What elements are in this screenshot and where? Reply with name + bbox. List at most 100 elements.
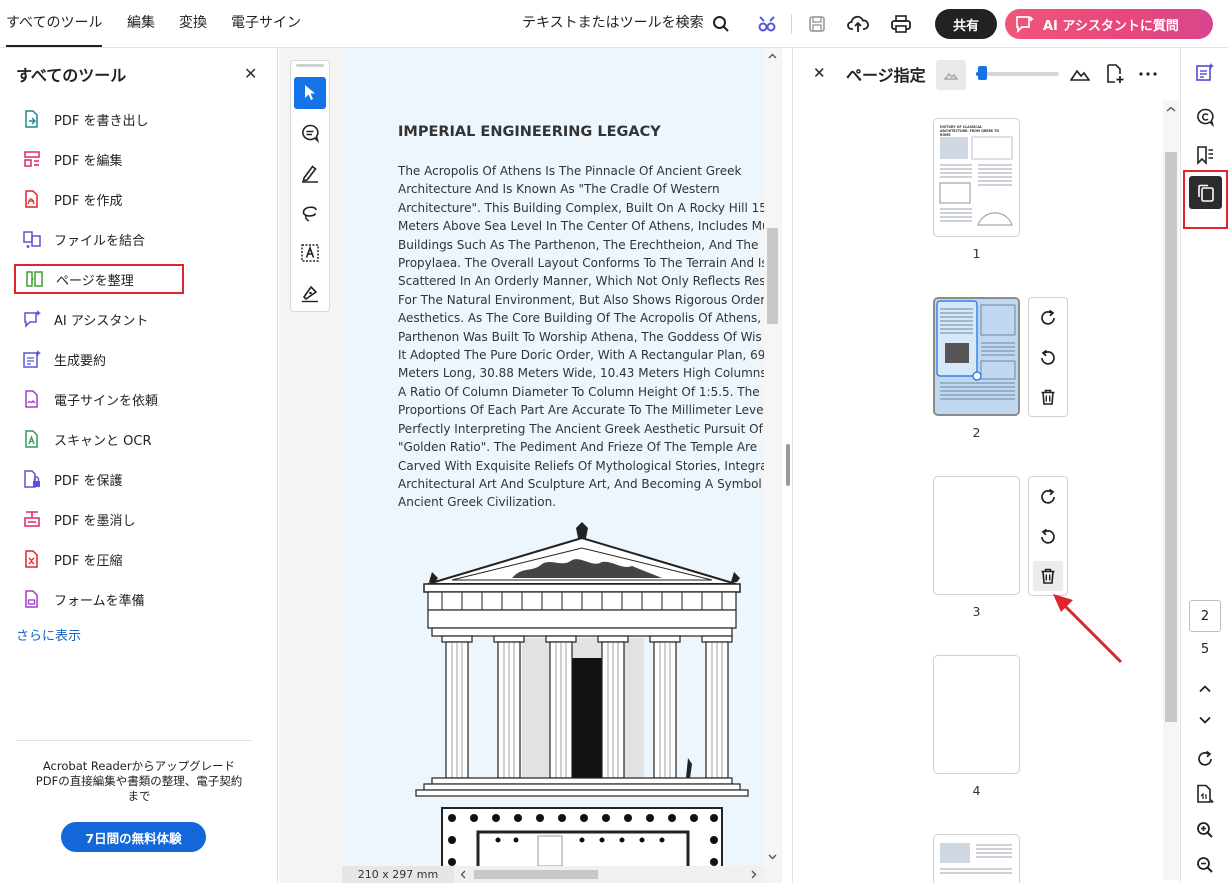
- text-tool[interactable]: [294, 237, 326, 269]
- panel-resize-handle[interactable]: [786, 444, 790, 486]
- cloud-upload-icon[interactable]: [846, 12, 870, 36]
- tool-item-protect-pdf[interactable]: PDF を保護: [14, 464, 184, 494]
- page-number-3: 3: [972, 604, 981, 619]
- document-text-line: Proportions Of Each Part Are Accurate To…: [398, 403, 764, 418]
- scan-ocr-icon: [22, 429, 42, 449]
- tool-item-prepare-form[interactable]: フォームを準備: [14, 584, 184, 614]
- ai-chat-icon: [1015, 15, 1035, 33]
- tab-all-tools[interactable]: すべてのツール: [6, 0, 103, 47]
- search-label[interactable]: テキストまたはツールを検索: [522, 0, 704, 47]
- tool-item-organize-pages[interactable]: ページを整理: [14, 264, 184, 294]
- document-text-line: "Golden Ratio". The Pediment And Frieze …: [398, 440, 758, 455]
- tool-item-scan-ocr[interactable]: スキャンと OCR: [14, 424, 184, 454]
- tool-item-create-pdf[interactable]: PDF を作成: [14, 184, 184, 214]
- ai-summary-icon[interactable]: [1193, 60, 1217, 84]
- comments-panel-icon[interactable]: [1193, 105, 1217, 129]
- rotate-clockwise-button[interactable]: [1033, 303, 1063, 333]
- print-icon[interactable]: [889, 12, 913, 36]
- rotate-view-icon[interactable]: [1193, 747, 1217, 771]
- tab-edit[interactable]: 編集: [127, 0, 155, 47]
- document-vertical-scrollbar[interactable]: [764, 48, 781, 866]
- share-button[interactable]: 共有: [935, 9, 997, 39]
- document-scroll-thumb[interactable]: [767, 228, 778, 324]
- page-thumbnail-3[interactable]: [933, 476, 1020, 595]
- tab-esign[interactable]: 電子サイン: [231, 0, 301, 47]
- tool-item-label: ページを整理: [56, 273, 134, 289]
- more-options-icon[interactable]: [1137, 63, 1159, 85]
- page-thumbnail-1[interactable]: HISTORY OF CLASSICAL ARCHITECTURE: FROM …: [933, 118, 1020, 237]
- zoom-slider-knob[interactable]: [977, 66, 987, 80]
- toolbar-grip-handle[interactable]: [296, 64, 324, 67]
- page-actions-3: [1028, 476, 1068, 596]
- quick-tools-bar: [290, 60, 330, 312]
- scroll-down-icon: [768, 854, 777, 860]
- zoom-in-icon[interactable]: [1193, 818, 1217, 842]
- free-trial-button[interactable]: 7日間の無料体験: [61, 822, 206, 852]
- zoom-out-icon[interactable]: [1193, 853, 1217, 877]
- upgrade-line-3: まで: [127, 789, 151, 803]
- tool-item-ai-assistant[interactable]: AI アシスタント: [14, 304, 184, 334]
- thumbnail-scroll-thumb[interactable]: [1165, 152, 1177, 722]
- tool-item-label: PDF を保護: [54, 473, 123, 489]
- select-tool[interactable]: [294, 77, 326, 109]
- tab-convert[interactable]: 変換: [179, 0, 207, 47]
- horizontal-scroll-thumb[interactable]: [474, 870, 598, 879]
- ai-assistant-button[interactable]: AI アシスタントに質問: [1005, 9, 1213, 39]
- zoom-in-thumbnails-icon[interactable]: [1069, 63, 1091, 85]
- bookmarks-icon[interactable]: [1193, 143, 1217, 167]
- next-page-icon[interactable]: [1193, 708, 1217, 732]
- thumbnail-zoom-slider[interactable]: [976, 66, 1059, 80]
- page-thumbnail-4[interactable]: [933, 655, 1020, 774]
- scroll-left-icon: [460, 870, 466, 879]
- tool-item-compress-pdf[interactable]: PDF を圧縮: [14, 544, 184, 574]
- page-thumbnail-2[interactable]: [933, 297, 1020, 416]
- tool-item-label: フォームを準備: [54, 593, 145, 609]
- fit-page-icon[interactable]: [1193, 782, 1217, 806]
- rotate-counterclockwise-button[interactable]: [1033, 343, 1063, 373]
- rotate-clockwise-icon: [1041, 488, 1055, 504]
- page-thumbnails-toggle[interactable]: [1189, 176, 1222, 209]
- rotate-clockwise-button[interactable]: [1033, 482, 1063, 512]
- insert-page-icon[interactable]: [1104, 63, 1126, 85]
- tool-item-edit-pdf[interactable]: PDF を編集: [14, 144, 184, 174]
- close-page-panel-icon[interactable]: ✕: [813, 64, 826, 82]
- rotate-counterclockwise-button[interactable]: [1033, 522, 1063, 552]
- tool-item-label: PDF を編集: [54, 153, 123, 169]
- page-panel-title: ページ指定: [846, 66, 926, 85]
- show-more-link[interactable]: さらに表示: [16, 625, 81, 644]
- thumbnail-scrollbar[interactable]: [1163, 100, 1179, 880]
- document-horizontal-scrollbar[interactable]: 210 x 297 mm: [342, 866, 764, 883]
- tool-item-export-pdf[interactable]: PDF を書き出し: [14, 104, 184, 134]
- tool-item-label: PDF を書き出し: [54, 113, 149, 129]
- search-icon[interactable]: [709, 12, 733, 36]
- rotate-clockwise-icon: [1041, 309, 1055, 325]
- document-text-line: Buildings Such As The Parthenon, The Ere…: [398, 237, 759, 252]
- page-number-1: 1: [972, 246, 981, 261]
- comment-tool[interactable]: [294, 117, 326, 149]
- tools-customize-icon[interactable]: [755, 12, 779, 36]
- document-text-line: Architectural Art And Sculpture Art, And…: [398, 476, 762, 491]
- sign-tool[interactable]: [294, 277, 326, 309]
- close-panel-icon[interactable]: ✕: [244, 64, 257, 83]
- tool-item-generative-summary[interactable]: 生成要約: [14, 344, 184, 374]
- parthenon-illustration: [415, 522, 749, 866]
- generative-summary-icon: [22, 349, 42, 369]
- pdf-page[interactable]: IMPERIAL ENGINEERING LEGACY The Acropoli…: [342, 48, 764, 866]
- page-thumbnail-5[interactable]: [933, 834, 1020, 883]
- document-text-line: Meters Above Sea Level In The Center Of …: [398, 219, 764, 234]
- document-text-line: Architecture And Is Known As "The Cradle…: [398, 182, 720, 197]
- current-page-input[interactable]: 2: [1189, 600, 1221, 632]
- zoom-out-thumbnails-icon[interactable]: [936, 60, 966, 90]
- delete-page-button[interactable]: [1033, 382, 1063, 412]
- delete-page-button[interactable]: [1033, 561, 1063, 591]
- save-icon[interactable]: [805, 12, 829, 36]
- tool-item-redact-pdf[interactable]: PDF を墨消し: [14, 504, 184, 534]
- highlight-tool[interactable]: [294, 157, 326, 189]
- export-pdf-icon: [22, 109, 42, 129]
- draw-tool[interactable]: [294, 197, 326, 229]
- document-text-line: The Acropolis Of Athens Is The Pinnacle …: [398, 164, 742, 178]
- scroll-up-icon: [768, 53, 777, 59]
- tool-item-combine-files[interactable]: ファイルを結合: [14, 224, 184, 254]
- previous-page-icon[interactable]: [1193, 676, 1217, 700]
- tool-item-request-esign[interactable]: 電子サインを依頼: [14, 384, 184, 414]
